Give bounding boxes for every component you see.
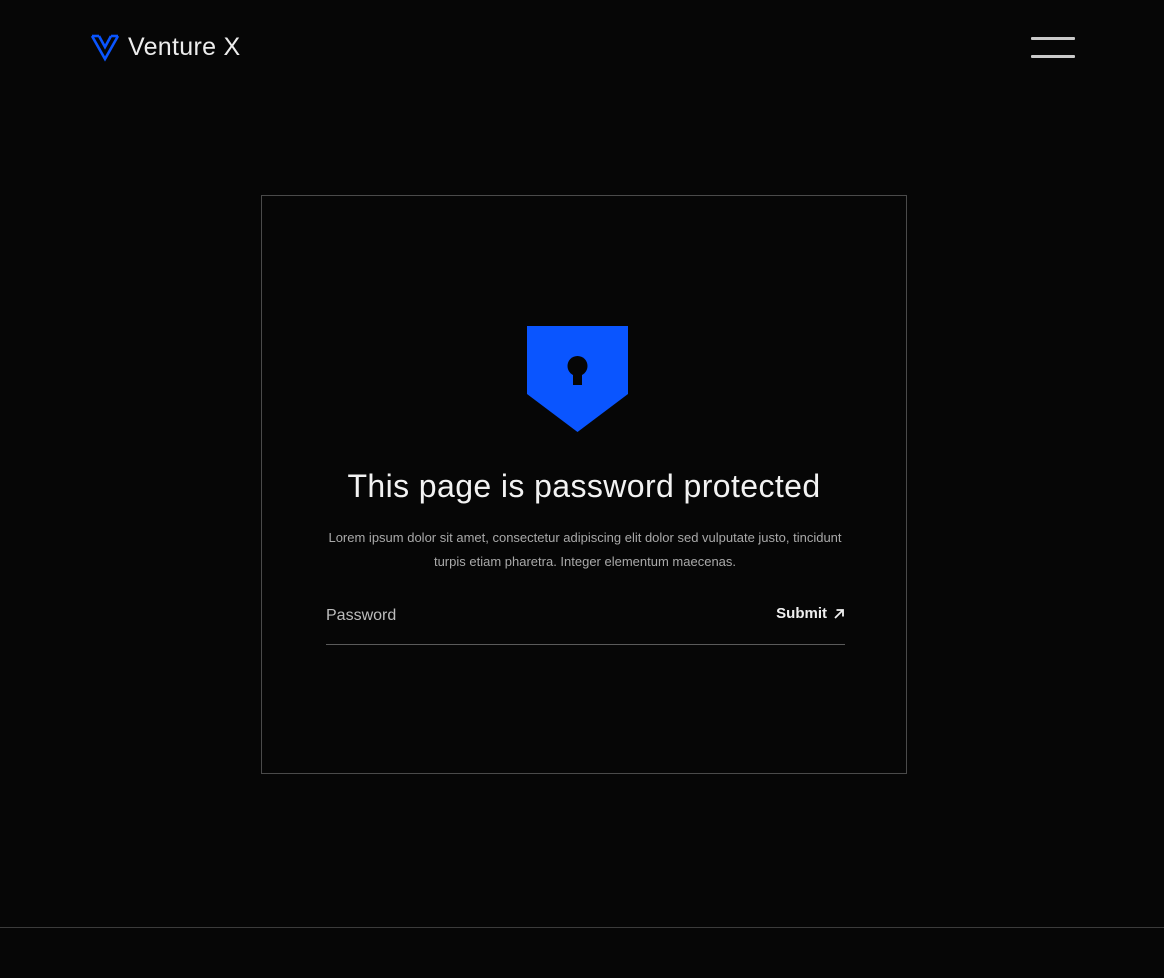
submit-label: Submit xyxy=(776,605,827,622)
brand-logo-link[interactable]: Venture X xyxy=(90,32,241,62)
arrow-up-right-icon xyxy=(833,608,845,620)
footer-divider xyxy=(0,927,1164,928)
description-text: Lorem ipsum dolor sit amet, consectetur … xyxy=(328,530,842,569)
brand-name: Venture X xyxy=(128,33,241,61)
page: Venture X This page is password protecte… xyxy=(0,0,1164,978)
venture-x-logo-icon xyxy=(90,32,120,62)
submit-button[interactable]: Submit xyxy=(776,605,845,622)
page-title: This page is password protected xyxy=(347,468,821,504)
shield-lock-icon xyxy=(527,326,628,432)
password-input[interactable] xyxy=(326,600,726,632)
hamburger-menu-icon[interactable] xyxy=(1031,36,1075,61)
password-protection-card: This page is password protected Lorem ip… xyxy=(261,195,907,774)
menu-line-top xyxy=(1031,37,1075,40)
password-form: Submit xyxy=(326,600,845,645)
menu-line-bottom xyxy=(1031,55,1075,58)
